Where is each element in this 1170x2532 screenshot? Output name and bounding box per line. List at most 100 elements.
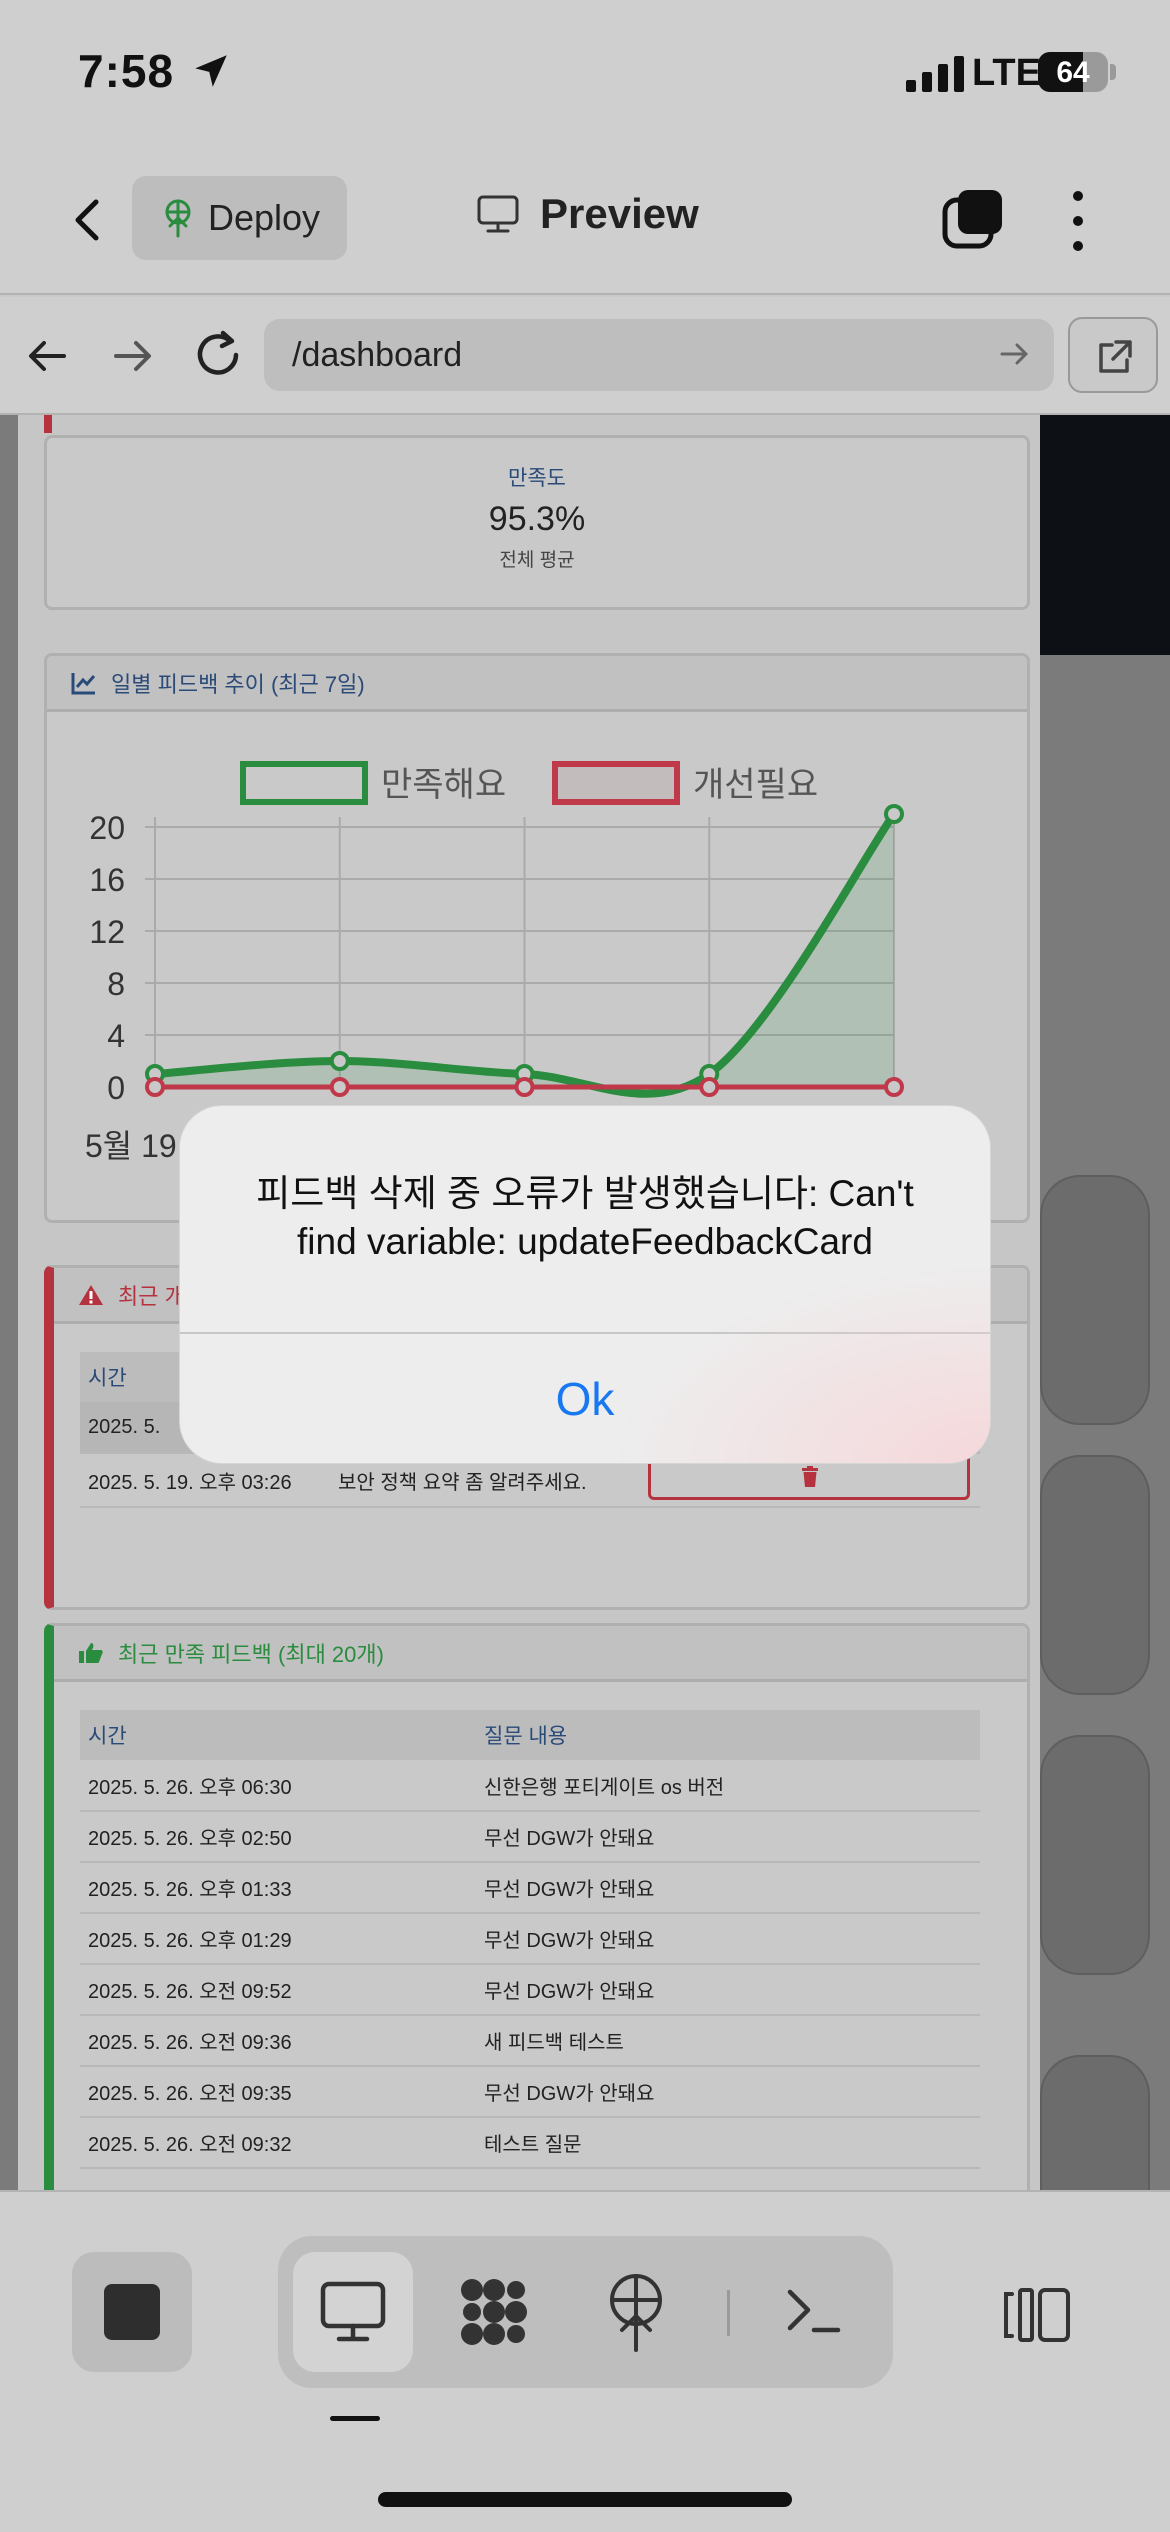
table-row: 2025. 5. 26. 오전 09:52 무선 DGW가 안돼요 xyxy=(80,1964,980,2016)
positive-feedback-table: 시간 질문 내용 2025. 5. 26. 오후 06:30 신한은행 포티게이트… xyxy=(80,1710,980,2190)
url-go-arrow-icon[interactable] xyxy=(998,337,1032,371)
data-point xyxy=(884,804,904,824)
table-row: 2025. 5. 26. 오후 01:29 무선 DGW가 안돼요 xyxy=(80,1913,980,1965)
status-bar: 7:58 LTE 64 xyxy=(0,0,1170,150)
col-question-header: 질문 내용 xyxy=(476,1710,980,1760)
browser-forward-icon[interactable] xyxy=(110,333,156,379)
table-row: 2025. 5. 26. 오후 02:50 무선 DGW가 안돼요 xyxy=(80,1811,980,1863)
status-time: 7:58 xyxy=(78,45,175,97)
satisfaction-subtitle: 전체 평균 xyxy=(499,550,575,571)
background-card xyxy=(1040,1735,1150,1975)
deploy-button[interactable]: Deploy xyxy=(132,176,347,260)
alert-message: 피드백 삭제 중 오류가 발생했습니다: Can't find variable… xyxy=(256,1173,914,1262)
positive-feedback-card: 최근 만족 피드백 (최대 20개) 시간 질문 내용 2025. 5. 26.… xyxy=(44,1623,1030,2190)
positive-card-title: 최근 만족 피드백 (최대 20개) xyxy=(118,1641,384,1667)
table-row: 2025. 5. 26. 오후 01:33 무선 DGW가 안돼요 xyxy=(80,1862,980,1914)
background-card xyxy=(1040,1455,1150,1695)
satisfaction-value: 95.3% xyxy=(488,500,586,538)
browser-back-icon[interactable] xyxy=(24,333,70,379)
y-tick-label: 12 xyxy=(89,914,125,950)
x-tick-label: 5월 19 xyxy=(85,1128,177,1164)
chart-card-title: 일별 피드백 추이 (최근 7일) xyxy=(111,671,365,697)
background-card xyxy=(1040,2055,1150,2190)
legend-label: 개선필요 xyxy=(693,766,818,804)
deploy-icon[interactable] xyxy=(606,2272,666,2352)
table-row xyxy=(80,2168,980,2190)
table-row: 2025. 5. 26. 오전 09:32 테스트 질문 xyxy=(80,2117,980,2169)
deploy-icon xyxy=(165,199,191,238)
row-time: 2025. 5. 26. 오전 09:32 xyxy=(80,2117,476,2169)
stop-icon xyxy=(104,2284,160,2340)
alert-ok-button[interactable]: Ok xyxy=(180,1334,990,1463)
home-indicator[interactable] xyxy=(378,2492,792,2507)
monitor-icon xyxy=(477,195,519,233)
table-header-row: 시간 질문 내용 xyxy=(80,1710,980,1760)
more-menu-icon[interactable] xyxy=(1060,186,1096,256)
tabs-icon[interactable] xyxy=(940,186,1006,252)
row-question: 무선 DGW가 안돼요 xyxy=(476,1964,980,2016)
data-point xyxy=(329,1077,350,1097)
row-question: 무선 DGW가 안돼요 xyxy=(476,2066,980,2118)
toolbar-separator xyxy=(727,2290,730,2336)
legend-label: 만족해요 xyxy=(381,766,506,804)
row-question: 테스트 질문 xyxy=(476,2117,980,2169)
view-switcher xyxy=(278,2236,893,2388)
data-point xyxy=(329,1051,350,1071)
app-bar: Deploy Preview xyxy=(0,150,1170,295)
table-row: 2025. 5. 26. 오후 06:30 신한은행 포티게이트 os 버전 xyxy=(80,1760,980,1812)
row-time: 2025. 5. 26. 오후 06:30 xyxy=(80,1760,476,1812)
row-time: 2025. 5. 26. 오후 01:29 xyxy=(80,1913,476,1965)
battery-level: 64 xyxy=(1056,56,1090,89)
warning-icon xyxy=(79,1284,103,1305)
legend-swatch xyxy=(240,761,368,805)
positive-card-header: 최근 만족 피드백 (최대 20개) xyxy=(54,1626,1027,1682)
negative-card-title: 최근 개 xyxy=(118,1283,185,1309)
row-time: 2025. 5. 26. 오후 02:50 xyxy=(80,1811,476,1863)
data-point xyxy=(514,1077,535,1097)
reload-icon[interactable] xyxy=(190,327,246,383)
data-point xyxy=(884,1077,904,1097)
side-panel-icon[interactable] xyxy=(1002,2286,1072,2344)
trash-icon xyxy=(802,1466,818,1487)
data-point xyxy=(145,1077,165,1097)
data-point xyxy=(699,1077,720,1097)
y-tick-label: 8 xyxy=(107,966,125,1002)
legend-swatch xyxy=(552,761,680,805)
col-time-header: 시간 xyxy=(80,1710,476,1760)
row-time: 2025. 5. 26. 오후 01:33 xyxy=(80,1862,476,1914)
y-tick-label: 16 xyxy=(89,862,125,898)
table-row: 2025. 5. 26. 오전 09:36 새 피드백 테스트 xyxy=(80,2015,980,2067)
workflow-icon[interactable] xyxy=(456,2274,532,2350)
network-type: LTE xyxy=(972,52,1041,94)
satisfaction-card: 만족도 95.3% 전체 평균 xyxy=(44,435,1030,610)
deploy-label: Deploy xyxy=(208,197,321,238)
row-time: 2025. 5. 26. 오전 09:36 xyxy=(80,2015,476,2067)
row-question: 무선 DGW가 안돼요 xyxy=(476,1862,980,1914)
row-time xyxy=(80,2168,476,2190)
battery-nub xyxy=(1110,64,1116,80)
url-input[interactable]: /dashboard xyxy=(264,319,1054,391)
location-arrow-icon xyxy=(195,55,227,87)
y-tick-label: 4 xyxy=(107,1018,125,1054)
card-accent xyxy=(44,415,52,433)
table-row: 2025. 5. 26. 오전 09:35 무선 DGW가 안돼요 xyxy=(80,2066,980,2118)
thumbs-up-icon xyxy=(79,1642,103,1663)
url-text: /dashboard xyxy=(292,335,463,374)
external-link-icon xyxy=(1099,340,1132,373)
line-chart-icon xyxy=(71,672,96,694)
background-card xyxy=(1040,1175,1150,1425)
browser-nav-bar: /dashboard xyxy=(0,297,1170,415)
battery-icon: 64 xyxy=(1038,52,1108,92)
chart-card-header: 일별 피드백 추이 (최근 7일) xyxy=(47,656,1027,712)
error-alert-dialog: 피드백 삭제 중 오류가 발생했습니다: Can't find variable… xyxy=(180,1106,990,1463)
preview-tab[interactable] xyxy=(293,2252,413,2372)
stop-button[interactable] xyxy=(72,2252,192,2372)
preview-title: Preview xyxy=(476,190,699,238)
console-icon[interactable] xyxy=(786,2286,842,2336)
y-tick-label: 20 xyxy=(89,810,125,846)
back-chevron-icon[interactable] xyxy=(60,192,116,248)
bottom-toolbar xyxy=(0,2190,1170,2532)
open-external-button[interactable] xyxy=(1068,317,1158,393)
row-question: 무선 DGW가 안돼요 xyxy=(476,1913,980,1965)
row-time: 2025. 5. 26. 오전 09:35 xyxy=(80,2066,476,2118)
